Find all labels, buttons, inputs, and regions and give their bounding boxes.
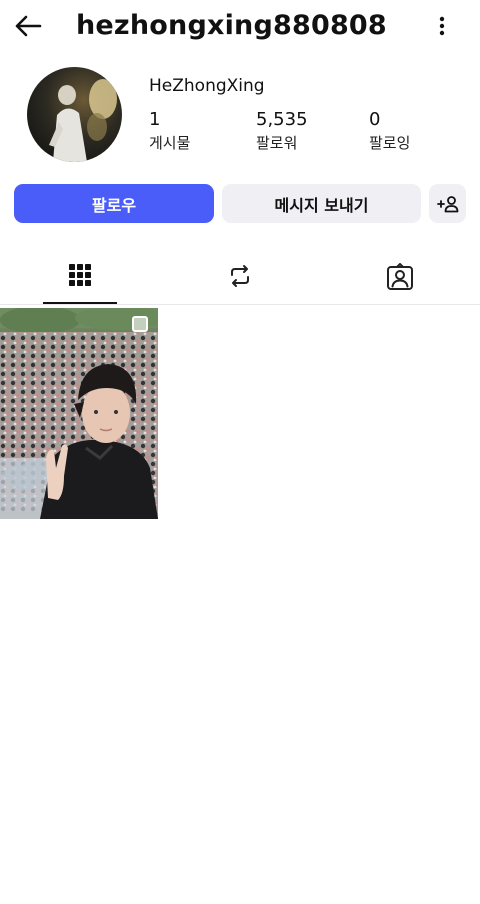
tab-posts-grid[interactable] [0,252,160,304]
avatar-photo [27,67,122,162]
profile-tabs [0,252,480,304]
back-button[interactable] [10,10,46,42]
more-options-button[interactable] [428,10,456,42]
tab-tagged[interactable] [320,252,480,304]
add-person-icon [436,195,458,212]
stat-following[interactable]: 0 팔로잉 [369,108,410,154]
tabs-divider [0,304,480,305]
add-friend-button[interactable] [429,184,466,223]
stat-followers[interactable]: 5,535 팔로워 [256,108,308,154]
follow-button[interactable]: 팔로우 [14,184,214,223]
stat-posts-value: 1 [149,109,161,130]
page-title: hezhongxing880808 [76,10,387,41]
post-photo [0,308,158,519]
more-vertical-icon [439,16,445,36]
display-name: HeZhongXing [149,76,265,96]
stat-posts-label: 게시물 [149,134,191,152]
stat-following-value: 0 [369,109,381,130]
tagged-person-icon [387,263,413,290]
stat-following-label: 팔로잉 [369,134,411,152]
arrow-left-icon [15,15,42,37]
stat-followers-label: 팔로워 [256,134,298,152]
grid-icon [69,264,91,286]
message-button[interactable]: 메시지 보내기 [222,184,421,223]
stat-followers-value: 5,535 [256,109,308,130]
tab-reposts[interactable] [160,252,320,304]
post-thumbnail[interactable] [0,308,158,519]
stat-posts[interactable]: 1 게시물 [149,108,190,154]
avatar[interactable] [27,67,122,162]
repost-icon [231,265,249,287]
top-bar: hezhongxing880808 [0,0,480,56]
multi-image-icon [132,316,148,332]
